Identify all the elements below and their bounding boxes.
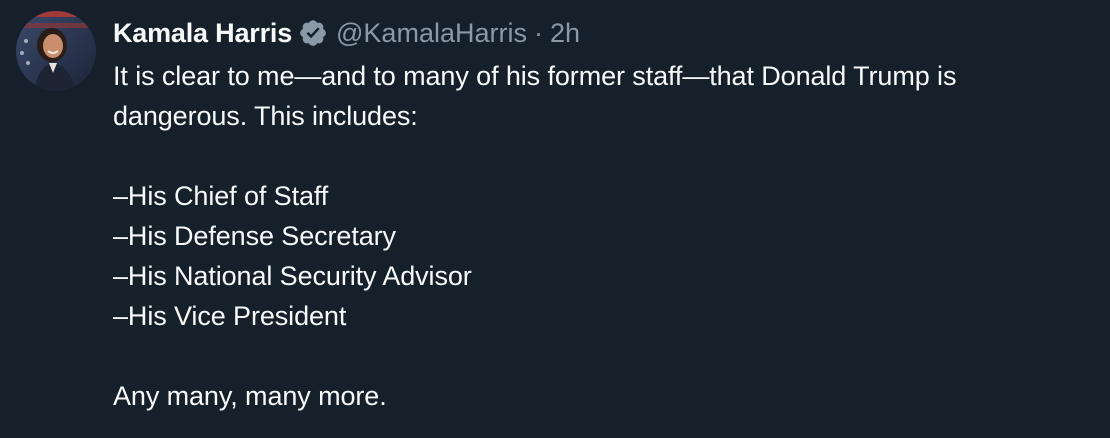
tweet-header: Kamala Harris @KamalaHarris · 2h [113, 13, 580, 53]
verified-badge-icon[interactable] [298, 18, 328, 48]
user-handle[interactable]: @KamalaHarris [336, 18, 527, 49]
tweet-text-line: Any many, many more. [113, 381, 387, 411]
tweet-text-line: –His Defense Secretary [113, 221, 396, 251]
tweet-card[interactable]: Kamala Harris @KamalaHarris · 2h It is c… [0, 0, 1110, 438]
tweet-text-line: It is clear to me—and to many of his for… [113, 61, 957, 91]
tweet-text-line: dangerous. This includes: [113, 101, 418, 131]
tweet-text-line: –His Chief of Staff [113, 181, 329, 211]
tweet-text: It is clear to me—and to many of his for… [113, 56, 1103, 416]
display-name[interactable]: Kamala Harris [113, 18, 292, 49]
tweet-text-line: –His National Security Advisor [113, 261, 472, 291]
timestamp[interactable]: 2h [550, 18, 580, 49]
profile-avatar[interactable] [16, 11, 96, 91]
tweet-text-line: –His Vice President [113, 301, 347, 331]
separator-dot: · [533, 17, 543, 48]
